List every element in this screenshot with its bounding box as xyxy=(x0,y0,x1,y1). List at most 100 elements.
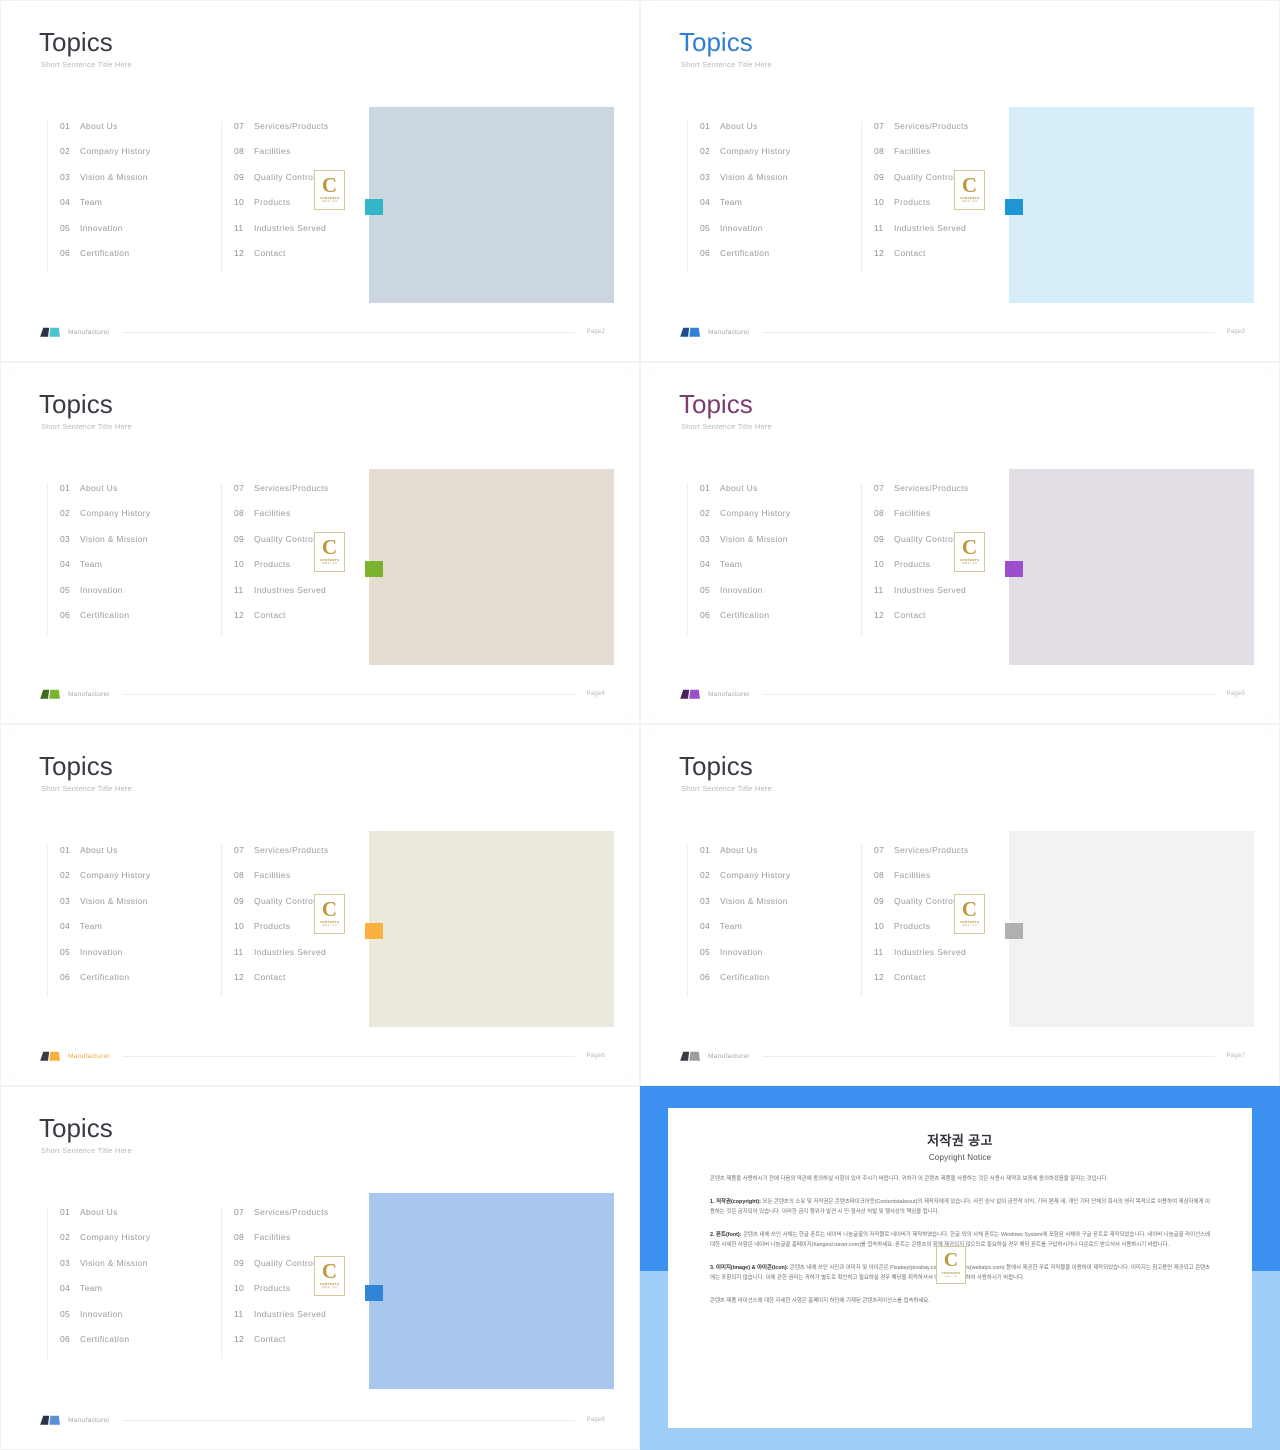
slide-orange[interactable]: Topics Short Sentence Title Here 01 About U… xyxy=(0,724,640,1086)
topic-item[interactable]: 04 Team xyxy=(60,921,199,946)
topic-item[interactable]: 06 Certification xyxy=(60,972,199,997)
topic-item[interactable]: 06 Certification xyxy=(700,248,839,273)
topic-item[interactable]: 07 Services/Products xyxy=(874,121,1013,146)
topic-item[interactable]: 05 Innovation xyxy=(60,585,199,610)
topic-item[interactable]: 06 Certification xyxy=(700,610,839,635)
topic-item[interactable]: 10 Products xyxy=(234,197,373,222)
topic-item[interactable]: 06 Certification xyxy=(60,1334,199,1359)
slide-gray[interactable]: Topics Short Sentence Title Here 01 About U… xyxy=(640,724,1280,1086)
topic-number: 06 xyxy=(700,247,711,258)
topic-item[interactable]: 07 Services/Products xyxy=(234,483,373,508)
topic-item[interactable]: 09 Quality Control xyxy=(874,896,1013,921)
topic-item[interactable]: 09 Quality Control xyxy=(874,534,1013,559)
topic-item[interactable]: 11 Industries Served xyxy=(234,947,373,972)
topic-item[interactable]: 05 Innovation xyxy=(60,223,199,248)
topic-item[interactable]: 07 Services/Products xyxy=(234,845,373,870)
topic-item[interactable]: 03 Vision & Mission xyxy=(60,896,199,921)
topic-item[interactable]: 06 Certification xyxy=(60,248,199,273)
topic-item[interactable]: 03 Vision & Mission xyxy=(60,172,199,197)
topic-item[interactable]: 09 Quality Control xyxy=(234,172,373,197)
topic-item[interactable]: 02 Company History xyxy=(60,146,199,171)
slide-green[interactable]: Topics Short Sentence Title Here 01 About U… xyxy=(0,362,640,724)
topic-item[interactable]: 09 Quality Control xyxy=(874,172,1013,197)
topic-item[interactable]: 10 Products xyxy=(234,559,373,584)
slide-canvas: Topics Short Sentence Title Here 01 About U… xyxy=(9,1093,631,1443)
topic-number: 05 xyxy=(60,946,71,957)
topic-item[interactable]: 08 Facilities xyxy=(874,870,1013,895)
topic-item[interactable]: 01 About Us xyxy=(60,121,199,146)
topic-item[interactable]: 08 Facilities xyxy=(234,508,373,533)
topic-item[interactable]: 11 Industries Served xyxy=(234,585,373,610)
topic-item[interactable]: 04 Team xyxy=(60,1283,199,1308)
topic-item[interactable]: 05 Innovation xyxy=(60,1309,199,1334)
topic-item[interactable]: 10 Products xyxy=(234,1283,373,1308)
topic-item[interactable]: 12 Contact xyxy=(234,610,373,635)
topic-item[interactable]: 02 Company History xyxy=(700,146,839,171)
topic-item[interactable]: 10 Products xyxy=(874,921,1013,946)
topic-item[interactable]: 07 Services/Products xyxy=(234,121,373,146)
topic-item[interactable]: 08 Facilities xyxy=(234,870,373,895)
topic-item[interactable]: 02 Company History xyxy=(60,870,199,895)
topic-item[interactable]: 02 Company History xyxy=(700,870,839,895)
slide-teal[interactable]: Topics Short Sentence Title Here 01 About U… xyxy=(0,0,640,362)
topic-item[interactable]: 09 Quality Control xyxy=(234,534,373,559)
topic-item[interactable]: 02 Company History xyxy=(60,1232,199,1257)
topic-item[interactable]: 12 Contact xyxy=(234,972,373,997)
topic-item[interactable]: 08 Facilities xyxy=(234,1232,373,1257)
topic-item[interactable]: 01 About Us xyxy=(60,845,199,870)
topic-item[interactable]: 03 Vision & Mission xyxy=(60,534,199,559)
topic-item[interactable]: 08 Facilities xyxy=(874,508,1013,533)
topic-item[interactable]: 08 Facilities xyxy=(874,146,1013,171)
slide-footer: Manufacturer Page5 xyxy=(679,687,1245,701)
topic-item[interactable]: 10 Products xyxy=(234,921,373,946)
topic-item[interactable]: 03 Vision & Mission xyxy=(700,534,839,559)
topic-item[interactable]: 05 Innovation xyxy=(60,947,199,972)
topic-item[interactable]: 12 Contact xyxy=(234,248,373,273)
topic-item[interactable]: 12 Contact xyxy=(874,248,1013,273)
topic-item[interactable]: 04 Team xyxy=(60,197,199,222)
topic-item[interactable]: 12 Contact xyxy=(874,610,1013,635)
topic-item[interactable]: 11 Industries Served xyxy=(234,1309,373,1334)
topic-item[interactable]: 09 Quality Control xyxy=(234,1258,373,1283)
slide-purple[interactable]: Topics Short Sentence Title Here 01 About U… xyxy=(640,362,1280,724)
topic-item[interactable]: 07 Services/Products xyxy=(874,845,1013,870)
topic-item[interactable]: 11 Industries Served xyxy=(874,585,1013,610)
topic-item[interactable]: 04 Team xyxy=(60,559,199,584)
topic-number: 07 xyxy=(234,845,245,855)
slide-blue[interactable]: Topics Short Sentence Title Here 01 About U… xyxy=(640,0,1280,362)
slide-copyright-notice[interactable]: 저작권 공고 Copyright Notice 콘텐츠 제품을 사용하시기 전에 다… xyxy=(640,1086,1280,1450)
topic-number: 03 xyxy=(700,171,711,182)
topic-item[interactable]: 10 Products xyxy=(874,197,1013,222)
topic-item[interactable]: 12 Contact xyxy=(234,1334,373,1359)
topic-item[interactable]: 11 Industries Served xyxy=(234,223,373,248)
topic-item[interactable]: 04 Team xyxy=(700,921,839,946)
topic-item[interactable]: 11 Industries Served xyxy=(874,223,1013,248)
page-number: Page8 xyxy=(586,1417,605,1423)
topic-item[interactable]: 09 Quality Control xyxy=(234,896,373,921)
topic-item[interactable]: 07 Services/Products xyxy=(234,1207,373,1232)
slide-skyblue[interactable]: Topics Short Sentence Title Here 01 About U… xyxy=(0,1086,640,1450)
topic-item[interactable]: 08 Facilities xyxy=(234,146,373,171)
topic-item[interactable]: 05 Innovation xyxy=(700,585,839,610)
topic-item[interactable]: 05 Innovation xyxy=(700,223,839,248)
topic-item[interactable]: 01 About Us xyxy=(700,845,839,870)
topic-item[interactable]: 02 Company History xyxy=(60,508,199,533)
topic-item[interactable]: 07 Services/Products xyxy=(874,483,1013,508)
topic-item[interactable]: 11 Industries Served xyxy=(874,947,1013,972)
topic-item[interactable]: 01 About Us xyxy=(60,1207,199,1232)
topic-item[interactable]: 03 Vision & Mission xyxy=(60,1258,199,1283)
topic-item[interactable]: 12 Contact xyxy=(874,972,1013,997)
topic-item[interactable]: 04 Team xyxy=(700,559,839,584)
topic-item[interactable]: 06 Certification xyxy=(60,610,199,635)
topic-item[interactable]: 01 About Us xyxy=(700,121,839,146)
topic-item[interactable]: 02 Company History xyxy=(700,508,839,533)
topic-item[interactable]: 03 Vision & Mission xyxy=(700,172,839,197)
topic-item[interactable]: 05 Innovation xyxy=(700,947,839,972)
topic-item[interactable]: 03 Vision & Mission xyxy=(700,896,839,921)
topic-item[interactable]: 01 About Us xyxy=(700,483,839,508)
topic-item[interactable]: 10 Products xyxy=(874,559,1013,584)
topic-item[interactable]: 04 Team xyxy=(700,197,839,222)
topic-item[interactable]: 01 About Us xyxy=(60,483,199,508)
topic-item[interactable]: 06 Certification xyxy=(700,972,839,997)
topic-number: 08 xyxy=(234,1232,245,1243)
